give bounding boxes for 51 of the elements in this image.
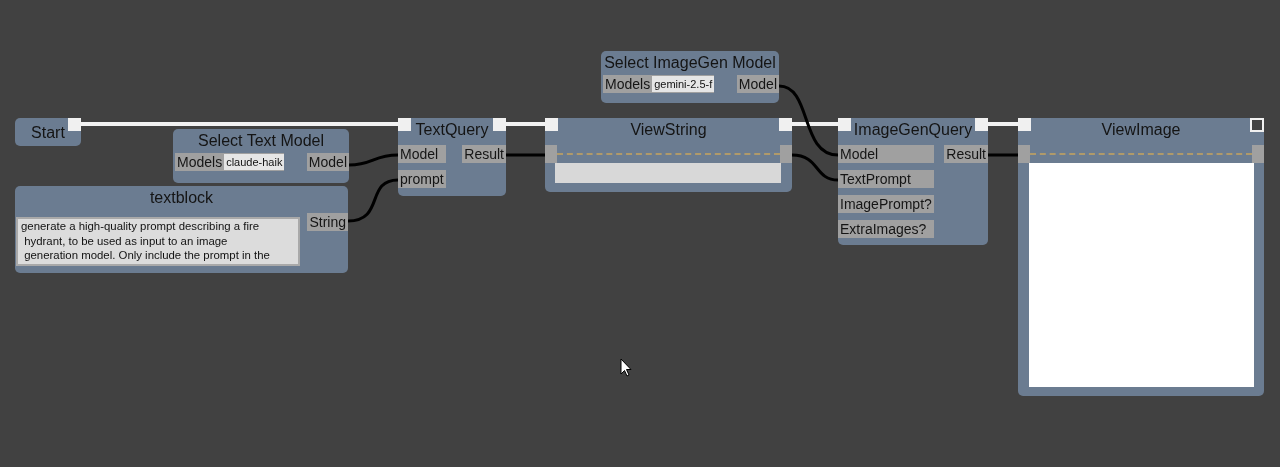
output-port[interactable] (1252, 145, 1264, 163)
exec-port[interactable] (779, 118, 792, 131)
input-port[interactable]: ImagePrompt? (838, 195, 934, 213)
input-port[interactable] (1018, 145, 1030, 163)
node-card[interactable]: ImageGenQuery Model TextPrompt ImagePrompt? ExtraImages? Result (838, 118, 988, 245)
data-wire (506, 153, 545, 157)
cursor-icon (620, 358, 632, 377)
exec-wire (988, 122, 1018, 126)
exec-wire (792, 122, 838, 126)
model-field[interactable]: gemini-2.5-f (652, 76, 715, 92)
exec-port[interactable] (838, 118, 851, 131)
input-port[interactable]: prompt (398, 170, 446, 188)
output-port[interactable]: Result (462, 145, 506, 163)
output-port[interactable] (780, 145, 792, 163)
input-port[interactable] (545, 145, 557, 163)
data-wire (347, 178, 399, 223)
node-title: Select ImageGen Model (604, 53, 776, 73)
node-title: ImageGenQuery (853, 120, 973, 140)
node-title: ViewImage (1101, 120, 1181, 140)
node-title: ViewString (630, 120, 707, 140)
input-port[interactable]: TextPrompt (838, 170, 934, 188)
output-port[interactable]: Model (736, 75, 779, 93)
output-port[interactable]: Model (306, 153, 349, 171)
node-title: Select Text Model (198, 131, 324, 151)
exec-port[interactable] (493, 118, 506, 131)
exec-port[interactable] (398, 118, 411, 131)
toggle-icon[interactable] (1250, 118, 1264, 132)
node-card[interactable]: ViewString (545, 118, 792, 192)
input-port[interactable]: ExtraImages? (838, 220, 934, 238)
data-wire (348, 153, 399, 167)
output-port[interactable]: Result (944, 145, 988, 163)
exec-port[interactable] (68, 118, 81, 131)
node-card[interactable]: Select ImageGen Model Models gemini-2.5-f Model (601, 51, 779, 103)
node-card[interactable]: Start (15, 118, 81, 146)
data-wire (988, 153, 1018, 157)
exec-port[interactable] (1018, 118, 1031, 131)
node-card[interactable]: textblock generate a high-quality prompt describing a fire hydrant, to be used as input to an image generation model. Only include the prompt in the String (15, 186, 348, 273)
node-title: textblock (149, 188, 214, 208)
node-title: TextQuery (415, 120, 489, 140)
model-field[interactable]: claude-haik (224, 154, 285, 170)
output-port[interactable]: String (307, 213, 348, 231)
input-port[interactable]: Model (838, 145, 934, 163)
input-port[interactable]: Model (398, 145, 446, 163)
exec-wire (506, 122, 545, 126)
node-card[interactable]: TextQuery Model prompt Result (398, 118, 506, 196)
node-card[interactable]: ViewImage (1018, 118, 1264, 396)
exec-port[interactable] (545, 118, 558, 131)
text-field[interactable]: generate a high-quality prompt describing a fire hydrant, to be used as input to an image generation model. Only include the prompt in the (16, 217, 300, 266)
node-card[interactable]: Select Text Model Models claude-haik Model (173, 129, 349, 183)
exec-port[interactable] (975, 118, 988, 131)
node-title: Start (31, 122, 65, 142)
